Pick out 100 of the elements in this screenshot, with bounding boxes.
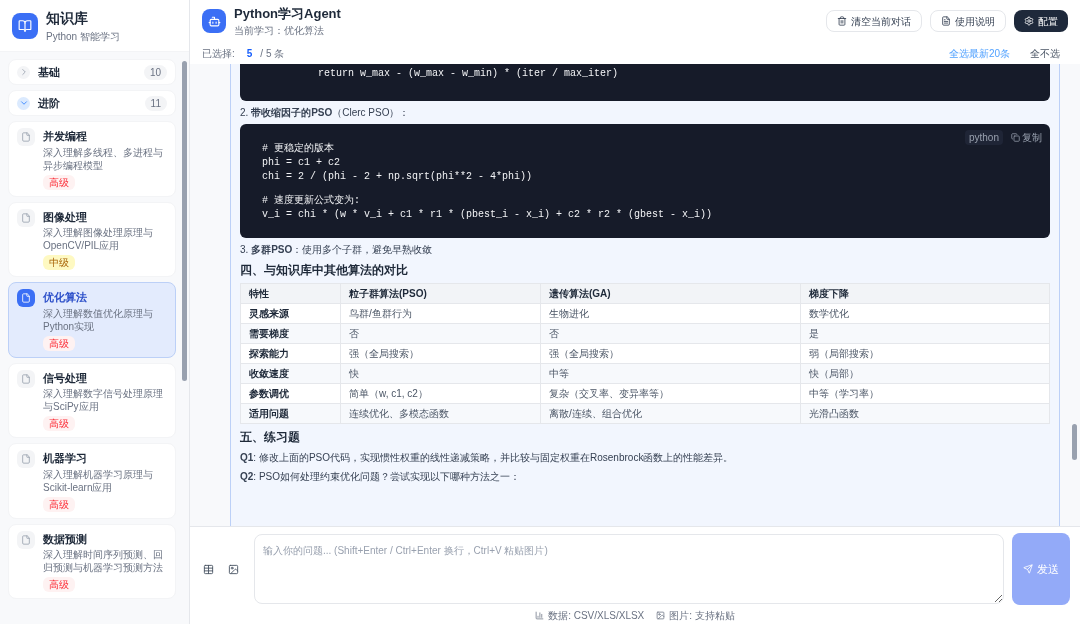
table-cell: 鸟群/鱼群行为 bbox=[340, 303, 541, 324]
table-cell: 连续优化、多模态函数 bbox=[340, 403, 541, 424]
topic-description: 深入理解时间序列预测、回归预测与机器学习预测方法 bbox=[43, 548, 164, 574]
table-cell: 快（局部） bbox=[800, 363, 1050, 384]
document-icon bbox=[17, 450, 35, 468]
topic-card[interactable]: 机器学习 深入理解机器学习原理与Scikit-learn应用 高级 bbox=[8, 443, 176, 519]
section-heading: 四、与知识库中其他算法的对比 bbox=[240, 262, 409, 279]
table-cell: 探索能力 bbox=[240, 343, 341, 364]
document-icon bbox=[17, 369, 35, 388]
table-cell: 否 bbox=[540, 323, 801, 344]
selection-label: 已选择: bbox=[202, 46, 235, 61]
chevron-down-icon bbox=[17, 96, 30, 110]
document-icon bbox=[17, 128, 35, 146]
app-title: Python学习Agent bbox=[234, 4, 342, 23]
topic-description: 深入理解机器学习原理与Scikit-learn应用 bbox=[43, 467, 154, 494]
copy-icon bbox=[1011, 133, 1020, 142]
table-cell: 否 bbox=[340, 323, 541, 344]
hint-text: 图片: 支持粘贴 bbox=[669, 609, 735, 623]
topic-title: 优化算法 bbox=[43, 290, 88, 305]
topic-title: 机器学习 bbox=[43, 451, 88, 466]
table-cell: 中等（学习率） bbox=[800, 383, 1050, 404]
level-tag: 高级 bbox=[43, 416, 75, 431]
column-header: 粒子群算法(PSO) bbox=[340, 283, 541, 304]
select-none-link[interactable]: 全不选 bbox=[1030, 45, 1060, 61]
table-cell: 弱（局部搜索） bbox=[800, 343, 1050, 364]
topic-card[interactable]: 优化算法 深入理解数值优化原理与Python实现 高级 bbox=[8, 282, 176, 358]
sidebar-subtitle: Python 智能学习 bbox=[46, 29, 120, 44]
level-tag: 高级 bbox=[43, 496, 75, 512]
document-icon bbox=[17, 208, 35, 227]
topic-description: 深入理解数值优化原理与Python实现 bbox=[43, 306, 154, 333]
category-count: 11 bbox=[144, 95, 167, 111]
document-icon bbox=[941, 16, 951, 26]
column-header: 梯度下降 bbox=[800, 283, 1050, 304]
table-cell: 光滑凸函数 bbox=[800, 403, 1050, 424]
list-item: 2. 带收缩因子的PSO（Clerc PSO）： bbox=[240, 106, 411, 120]
code-line: chi = 2 / (phi - 2 + np.sqrt(phi**2 - 4*phi)) bbox=[262, 170, 533, 184]
document-icon bbox=[17, 530, 35, 549]
table-cell: 是 bbox=[800, 323, 1050, 344]
table-cell: 参数调优 bbox=[240, 383, 341, 404]
clear-button[interactable]: 清空当前对话 bbox=[826, 10, 922, 32]
section-heading: 五、练习题 bbox=[240, 429, 301, 446]
topic-description: 深入理解多线程、多进程与异步编程模型 bbox=[43, 145, 164, 172]
chevron-right-icon bbox=[17, 65, 30, 79]
topic-card[interactable]: 信号处理 深入理解数字信号处理原理与SciPy应用 高级 bbox=[8, 362, 176, 438]
table-cell: 复杂（交叉率、变异率等） bbox=[540, 383, 801, 404]
category-count: 10 bbox=[143, 64, 167, 80]
trash-icon bbox=[837, 16, 847, 26]
table-cell: 收敛速度 bbox=[240, 363, 341, 384]
category-header[interactable]: 基础 10 bbox=[8, 59, 176, 85]
list-item: 3. 多群PSO：使用多个子群，避免早熟收敛 bbox=[240, 243, 434, 257]
category-label: 基础 bbox=[38, 64, 61, 80]
topic-description: 深入理解图像处理原理与OpenCV/PIL应用 bbox=[43, 226, 154, 252]
code-line: v_i = chi * (w * v_i + c1 * r1 * (pbest_i - x_i) + c2 * r2 * (gbest - x_i)) bbox=[262, 208, 713, 222]
scrollbar-thumb[interactable] bbox=[182, 61, 187, 381]
table-cell: 强（全局搜索） bbox=[340, 343, 541, 364]
gear-icon bbox=[1024, 16, 1034, 26]
current-topic: 当前学习：优化算法 bbox=[234, 24, 325, 39]
scrollbar-thumb[interactable] bbox=[1071, 424, 1077, 460]
topic-title: 数据预测 bbox=[43, 531, 88, 547]
category-header[interactable]: 进阶 11 bbox=[8, 90, 176, 116]
image-icon bbox=[656, 611, 666, 620]
topic-title: 图像处理 bbox=[43, 209, 88, 225]
topic-card[interactable]: 图像处理 深入理解图像处理原理与OpenCV/PIL应用 中级 bbox=[8, 201, 176, 277]
table-cell: 灵感来源 bbox=[240, 303, 341, 324]
hint-text: 数据: CSV/XLS/XLSX bbox=[548, 609, 645, 623]
level-tag: 高级 bbox=[43, 335, 75, 351]
topic-title: 并发编程 bbox=[43, 129, 88, 144]
help-button[interactable]: 使用说明 bbox=[930, 10, 1006, 32]
code-line: phi = c1 + c2 bbox=[262, 156, 340, 170]
category-label: 进阶 bbox=[38, 95, 61, 111]
selected-count: 5 bbox=[246, 46, 253, 61]
level-tag: 高级 bbox=[43, 174, 75, 190]
code-line: # 速度更新公式变为: bbox=[262, 194, 360, 208]
message-input[interactable]: 输入你的问题... (Shift+Enter / Ctrl+Enter 换行，Ctrl+V 粘贴图片) bbox=[254, 534, 1004, 604]
column-header: 特性 bbox=[240, 283, 341, 304]
topic-card[interactable]: 数据预测 深入理解时间序列预测、回归预测与机器学习预测方法 高级 bbox=[8, 523, 176, 599]
document-icon bbox=[17, 289, 35, 307]
table-cell: 中等 bbox=[540, 363, 801, 384]
table-cell: 需要梯度 bbox=[240, 323, 341, 344]
config-button[interactable]: 配置 bbox=[1014, 10, 1068, 32]
book-icon bbox=[12, 12, 38, 39]
total-count: / 5 条 bbox=[260, 46, 286, 61]
table-cell: 数学优化 bbox=[800, 303, 1050, 324]
topic-card[interactable]: 并发编程 深入理解多线程、多进程与异步编程模型 高级 bbox=[8, 121, 176, 197]
robot-icon bbox=[202, 9, 226, 33]
copy-button[interactable]: 复制 bbox=[1011, 130, 1042, 145]
question-text: Q1: 修改上面的PSO代码，实现惯性权重的线性递减策略，并比较与固定权重在Rosenbrock函数上的性能差异。 bbox=[240, 451, 735, 465]
topic-description: 深入理解数字信号处理原理与SciPy应用 bbox=[43, 387, 164, 413]
code-line: return w_max - (w_max - w_min) * (iter / max_iter) bbox=[317, 67, 620, 81]
level-tag: 中级 bbox=[43, 255, 75, 270]
sidebar-title: 知识库 bbox=[46, 8, 89, 28]
chart-icon bbox=[535, 611, 545, 620]
table-cell: 生物进化 bbox=[540, 303, 801, 324]
question-text: Q2: PSO如何处理约束优化问题？尝试实现以下哪种方法之一： bbox=[240, 470, 522, 484]
language-label: python bbox=[964, 130, 1003, 145]
table-cell: 快 bbox=[340, 363, 541, 384]
table-cell: 简单（w, c1, c2） bbox=[340, 383, 541, 404]
level-tag: 高级 bbox=[43, 577, 75, 592]
table-cell: 强（全局搜索） bbox=[540, 343, 801, 364]
table-cell: 适用问题 bbox=[240, 403, 341, 424]
